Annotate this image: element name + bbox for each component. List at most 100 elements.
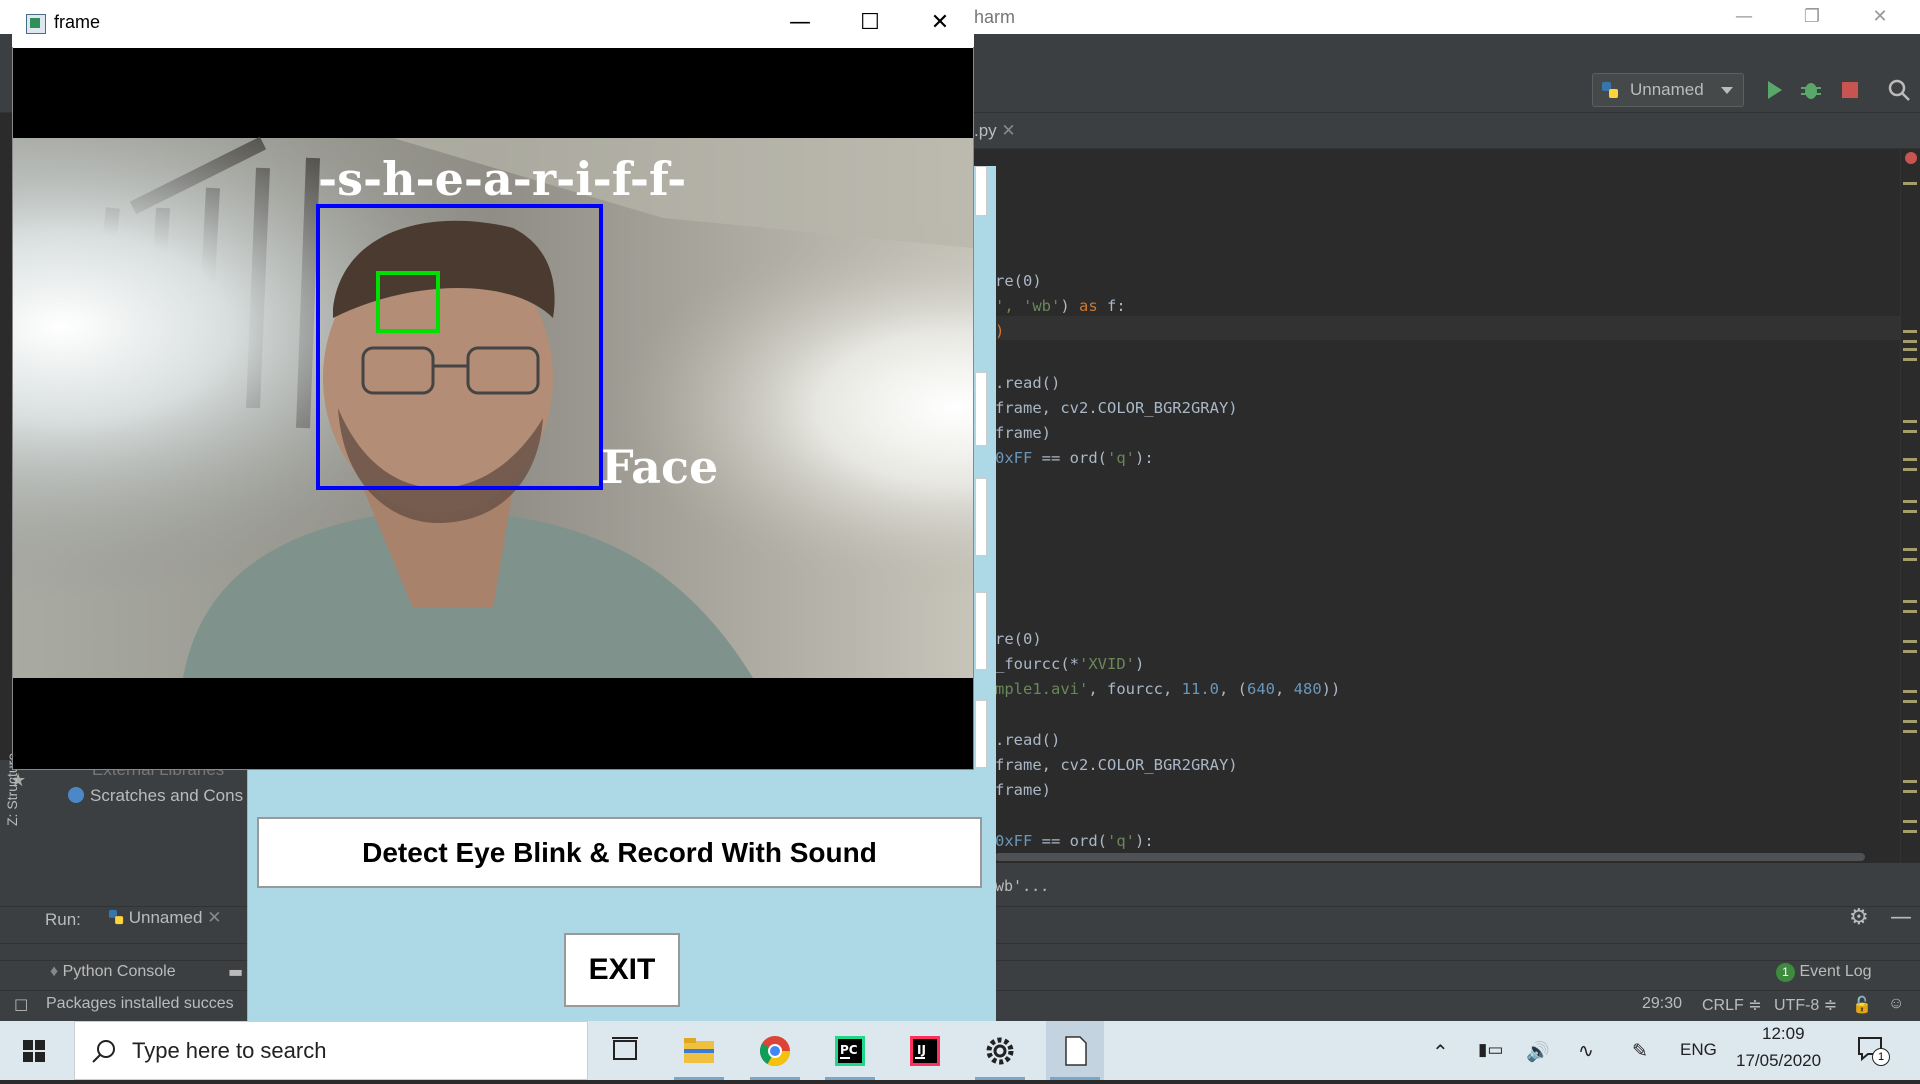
gutter-mark[interactable] <box>1903 830 1917 833</box>
stop-icon[interactable] <box>1838 78 1862 102</box>
gear-icon[interactable]: ⚙ <box>1849 905 1869 930</box>
gutter-mark[interactable] <box>1903 650 1917 653</box>
minimize-panel-icon[interactable]: — <box>1890 905 1912 930</box>
gutter-mark[interactable] <box>1903 600 1917 603</box>
gutter-mark[interactable] <box>1903 730 1917 733</box>
python-console-tab[interactable]: ♦ Python Console <box>50 963 176 981</box>
gutter-mark[interactable] <box>1903 700 1917 703</box>
notification-count: 1 <box>1872 1048 1890 1066</box>
run-label: Run: <box>45 910 81 929</box>
editor-error-stripe[interactable] <box>1900 149 1920 863</box>
taskbar-intellij[interactable]: IJ <box>896 1021 954 1080</box>
taskbar-pycharm[interactable]: PC <box>821 1021 879 1080</box>
wifi-icon[interactable]: ∿ <box>1578 1040 1594 1063</box>
document-icon <box>1065 1036 1087 1066</box>
action-center-button[interactable]: 1 <box>1856 1034 1890 1066</box>
gutter-mark[interactable] <box>1903 340 1917 343</box>
search-icon[interactable] <box>1887 78 1911 102</box>
debug-icon[interactable] <box>1799 78 1823 102</box>
line-separator-selector[interactable]: CRLF ≑ <box>1702 995 1762 1015</box>
gutter-mark[interactable] <box>1903 330 1917 333</box>
run-tab-label: Unnamed <box>128 908 203 927</box>
event-log-tab[interactable]: 1 Event Log <box>1776 963 1872 982</box>
gutter-mark[interactable] <box>1903 420 1917 423</box>
battery-icon[interactable]: ▮▭ <box>1478 1040 1503 1060</box>
code-line: re(0) <box>995 272 1042 290</box>
frame-titlebar[interactable] <box>12 0 974 47</box>
structure-side-tab[interactable]: Z: Structure <box>4 753 84 826</box>
gutter-mark[interactable] <box>1903 358 1917 361</box>
pycharm-close-button[interactable]: ✕ <box>1852 0 1908 34</box>
show-hidden-icons-chevron-icon[interactable]: ⌃ <box>1432 1040 1449 1065</box>
code-line: _fourcc(*'XVID') <box>995 655 1145 673</box>
clock-time[interactable]: 12:09 <box>1762 1024 1805 1044</box>
terminal-icon[interactable]: ▬ <box>228 962 243 981</box>
code-line: ', 'wb') as f: <box>995 297 1126 315</box>
close-icon[interactable]: ✕ <box>920 8 960 38</box>
event-log-label: Event Log <box>1799 963 1872 980</box>
panel-toggle-icon[interactable]: □ <box>14 995 28 1013</box>
code-line: frame, cv2.COLOR_BGR2GRAY) <box>995 756 1238 774</box>
pen-icon[interactable]: ✎ <box>1632 1040 1648 1063</box>
caret-position[interactable]: 29:30 <box>1642 995 1682 1013</box>
gutter-mark[interactable] <box>1903 430 1917 433</box>
exit-button[interactable]: EXIT <box>564 933 680 1007</box>
lock-icon[interactable]: 🔓 <box>1852 995 1872 1015</box>
gutter-mark[interactable] <box>1903 548 1917 551</box>
start-button[interactable] <box>0 1021 72 1080</box>
encoding-selector[interactable]: UTF-8 ≑ <box>1774 995 1837 1015</box>
gutter-mark[interactable] <box>1903 610 1917 613</box>
volume-icon[interactable]: 🔊 <box>1526 1040 1550 1064</box>
maximize-icon[interactable]: ☐ <box>850 8 890 38</box>
inspector-icon[interactable]: ☺ <box>1888 995 1904 1013</box>
minimize-icon[interactable]: — <box>780 8 820 38</box>
frame-title: frame <box>54 12 101 32</box>
chevron-down-icon <box>1721 87 1733 94</box>
pycharm-icon: PC <box>835 1036 865 1066</box>
intellij-icon: IJ <box>910 1036 940 1066</box>
gutter-mark[interactable] <box>1903 458 1917 461</box>
svg-text:PC: PC <box>840 1043 858 1057</box>
pycharm-restore-button[interactable]: ❐ <box>1784 0 1840 34</box>
pycharm-minimize-button[interactable]: — <box>1716 0 1772 34</box>
close-icon[interactable]: ✕ <box>207 908 221 927</box>
gutter-mark[interactable] <box>1903 500 1917 503</box>
gutter-mark[interactable] <box>1903 780 1917 783</box>
code-line: .read() <box>995 374 1061 392</box>
gutter-mark[interactable] <box>1903 790 1917 793</box>
clock-date[interactable]: 17/05/2020 <box>1736 1051 1821 1071</box>
horizontal-scrollbar[interactable] <box>995 853 1865 861</box>
gutter-mark[interactable] <box>1903 182 1917 185</box>
taskbar-notepad[interactable] <box>1046 1021 1104 1080</box>
code-line: frame, cv2.COLOR_BGR2GRAY) <box>995 399 1238 417</box>
run-icon[interactable] <box>1762 78 1786 102</box>
run-tab-unnamed[interactable]: Unnamed ✕ <box>108 908 221 928</box>
gear-icon <box>986 1037 1014 1065</box>
gutter-mark[interactable] <box>1903 820 1917 823</box>
taskbar-settings[interactable] <box>971 1021 1029 1080</box>
gutter-mark[interactable] <box>1903 510 1917 513</box>
error-indicator-icon[interactable] <box>1905 152 1917 164</box>
taskbar-file-explorer[interactable] <box>670 1021 728 1080</box>
gutter-mark[interactable] <box>1903 558 1917 561</box>
gutter-mark[interactable] <box>1903 468 1917 471</box>
task-view-icon <box>612 1037 638 1060</box>
editor-tab[interactable]: .py ✕ <box>974 121 1016 141</box>
caret-row-highlight <box>960 316 1905 340</box>
detect-blink-record-button[interactable]: Detect Eye Blink & Record With Sound <box>257 817 982 888</box>
gutter-mark[interactable] <box>1903 640 1917 643</box>
close-icon[interactable]: ✕ <box>1001 121 1015 140</box>
webcam-frame-image: -s-h-e-a-r-i-f-f- Face <box>13 48 973 769</box>
gutter-mark[interactable] <box>1903 690 1917 693</box>
webcam-scene: -s-h-e-a-r-i-f-f- Face <box>13 48 973 769</box>
project-tree-scratches[interactable]: Scratches and Cons <box>68 786 243 806</box>
gutter-mark[interactable] <box>1903 720 1917 723</box>
taskbar-chrome[interactable] <box>746 1021 804 1080</box>
code-line: ) <box>995 322 1005 340</box>
gutter-mark[interactable] <box>1903 348 1917 351</box>
run-configuration-label: Unnamed <box>1630 80 1704 99</box>
language-indicator[interactable]: ENG <box>1680 1040 1717 1060</box>
run-configuration-dropdown[interactable]: Unnamed <box>1592 73 1744 107</box>
task-view-button[interactable] <box>596 1021 654 1080</box>
taskbar-search-placeholder[interactable]: Type here to search <box>132 1038 326 1064</box>
